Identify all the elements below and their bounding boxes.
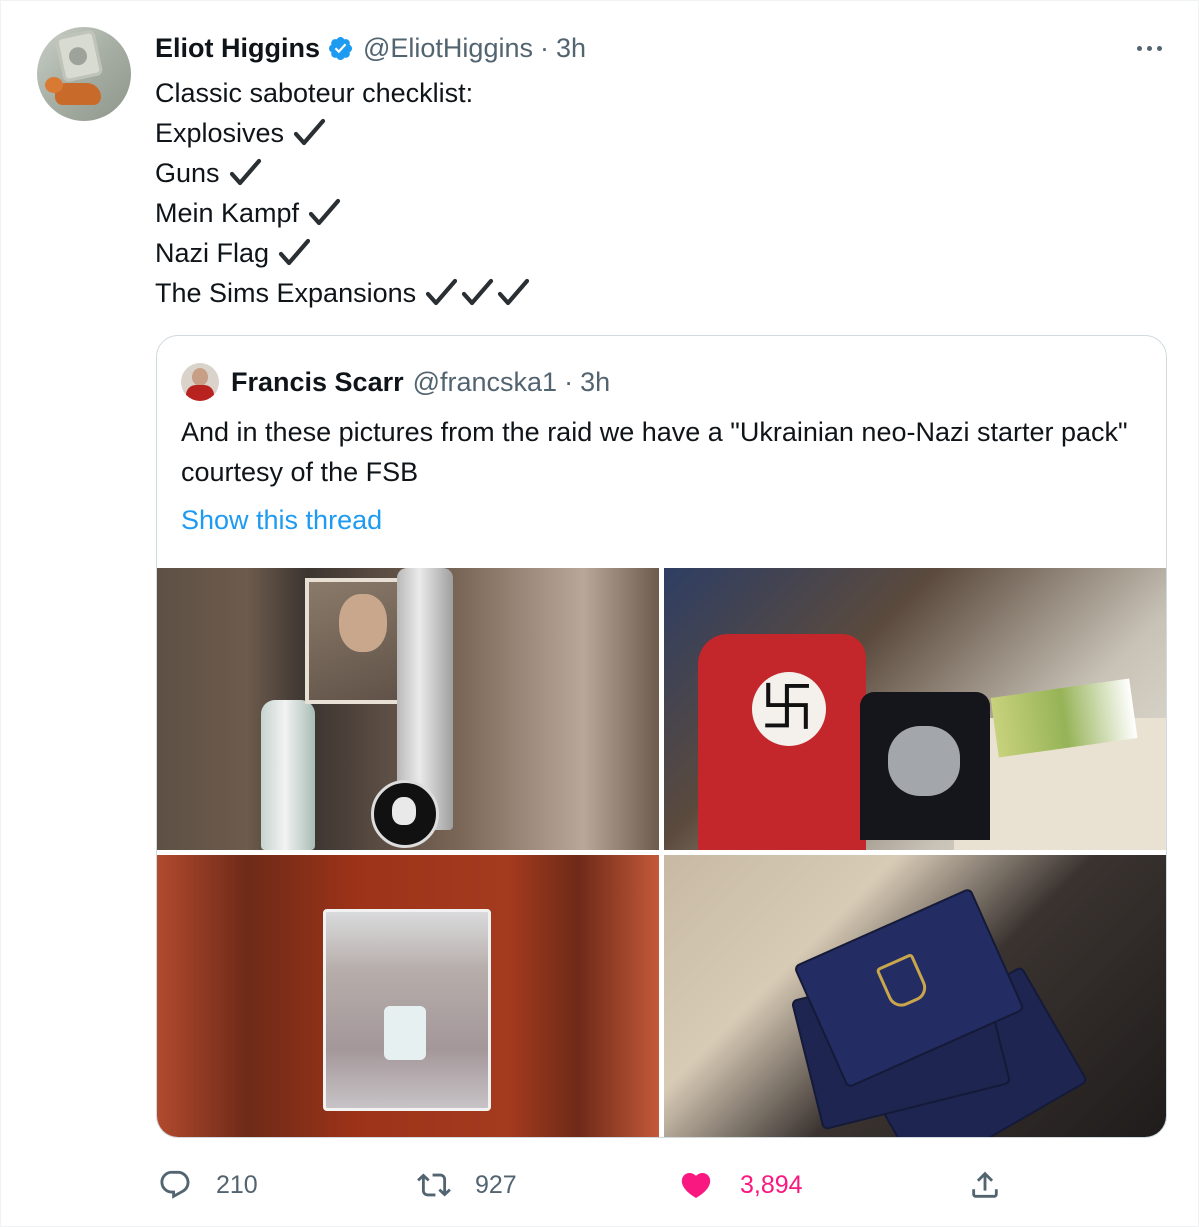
tweet-header: Eliot Higgins @EliotHiggins · 3h: [155, 31, 586, 65]
author-avatar[interactable]: [37, 27, 131, 121]
tweet-line: Explosives: [155, 113, 532, 153]
plastic-bag-shape: [323, 909, 491, 1111]
heavy-check-icon: [229, 158, 261, 186]
tweet-line: Mein Kampf: [155, 193, 532, 233]
checkmarks: [424, 275, 532, 311]
quoted-tweet-text: And in these pictures from the raid we h…: [181, 417, 1128, 487]
heavy-check-icon: [293, 118, 326, 146]
tweet-text: Classic saboteur checklist: Explosives Gun…: [155, 73, 532, 313]
quoted-author-handle: @francska1: [412, 366, 558, 397]
retweet-button[interactable]: 927: [417, 1163, 517, 1207]
media-image-1[interactable]: [157, 568, 659, 850]
reply-bubble-icon: [160, 1170, 190, 1199]
avatar-dog-shape: [45, 77, 101, 105]
tweet-actions: 210 927 3,894: [1, 1163, 1199, 1207]
more-dots-icon[interactable]: [1127, 33, 1171, 63]
tweet-timestamp[interactable]: 3h: [556, 33, 586, 64]
heavy-check-icon: [462, 278, 494, 306]
tweet-line-text: Nazi Flag: [155, 238, 270, 268]
media-grid: [157, 568, 1166, 1137]
heart-filled-icon: [681, 1172, 711, 1198]
quoted-tweet[interactable]: Francis Scarr @francska1 · 3h And in the…: [156, 335, 1167, 1138]
heavy-check-icon: [498, 278, 530, 306]
separator-dot: ·: [539, 32, 549, 63]
quoted-author-display-name: Francis Scarr: [231, 366, 404, 397]
black-shirt-shape: [860, 692, 990, 840]
media-image-3[interactable]: [157, 855, 659, 1137]
author-display-name[interactable]: Eliot Higgins: [155, 33, 320, 64]
checkmarks: [307, 195, 343, 231]
share-upload-icon: [972, 1171, 998, 1198]
tweet-line: Nazi Flag: [155, 233, 532, 273]
red-shirt-shape: [698, 634, 866, 850]
reply-button[interactable]: 210: [158, 1163, 258, 1207]
media-image-4[interactable]: [664, 855, 1166, 1137]
verified-badge-icon: [328, 36, 353, 60]
quoted-tweet-header: Francis Scarr @francska1 · 3h: [181, 362, 610, 402]
tweet-line: Classic saboteur checklist:: [155, 73, 532, 113]
media-image-2[interactable]: [664, 568, 1166, 850]
quoted-author-avatar[interactable]: [181, 363, 219, 401]
skull-patch-shape: [371, 780, 439, 848]
heavy-check-icon: [278, 238, 311, 266]
tweet-line: The Sims Expansions: [155, 273, 532, 313]
tweet-line-text: Classic saboteur checklist:: [155, 78, 474, 108]
checkmarks: [292, 115, 328, 151]
show-thread-link[interactable]: Show this thread: [181, 500, 382, 540]
avatar-device-shape: [54, 29, 104, 83]
reply-count: 210: [216, 1170, 258, 1199]
checkmarks: [277, 235, 313, 271]
spray-bottle-shape: [261, 700, 315, 850]
like-count: 3,894: [740, 1170, 803, 1199]
heavy-check-icon: [308, 198, 341, 226]
tweet-line-text: The Sims Expansions: [155, 278, 417, 308]
tweet-line-text: Explosives: [155, 118, 285, 148]
tweet-line: Guns: [155, 153, 532, 193]
like-button[interactable]: 3,894: [679, 1163, 803, 1207]
share-button[interactable]: [968, 1163, 1002, 1207]
quoted-tweet-timestamp: 3h: [580, 366, 611, 397]
retweet-icon: [417, 1173, 451, 1197]
author-handle[interactable]: @EliotHiggins: [363, 33, 533, 64]
retweet-count: 927: [475, 1170, 517, 1199]
checkmarks: [228, 155, 264, 191]
tweet-line-text: Guns: [155, 158, 220, 188]
tweet-line-text: Mein Kampf: [155, 198, 300, 228]
heavy-check-icon: [426, 278, 458, 306]
separator-dot: ·: [564, 366, 574, 397]
tweet-card[interactable]: Eliot Higgins @EliotHiggins · 3h Classic…: [0, 0, 1199, 1227]
